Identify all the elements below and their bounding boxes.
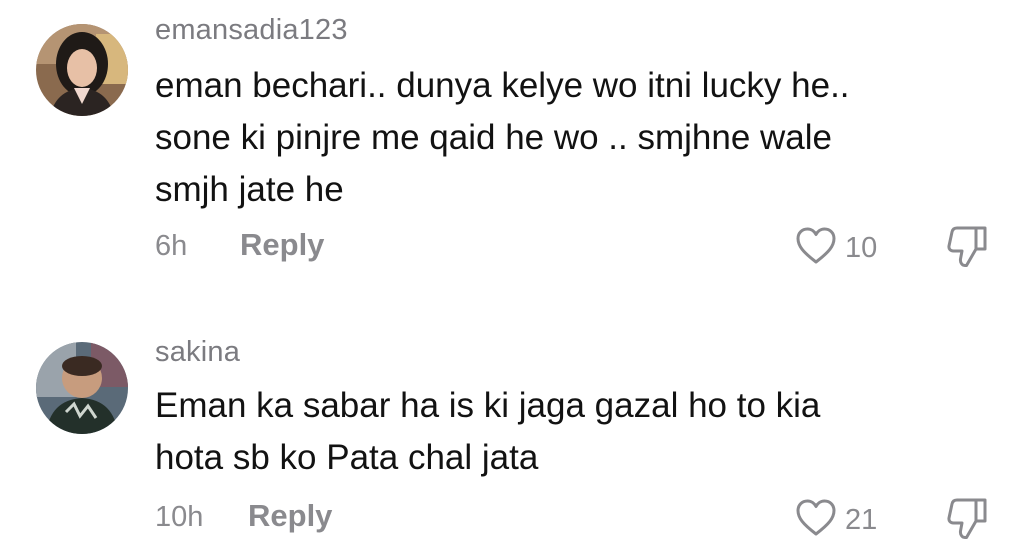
dislike-button[interactable] xyxy=(945,224,989,275)
thumbs-down-outline-icon xyxy=(945,226,989,274)
heart-outline-icon xyxy=(795,498,837,543)
comment-timestamp: 6h xyxy=(155,230,188,262)
comment-username[interactable]: sakina xyxy=(155,336,240,369)
avatar[interactable] xyxy=(36,342,128,434)
heart-outline-icon xyxy=(795,226,837,271)
dislike-button[interactable] xyxy=(945,496,989,547)
like-button[interactable]: 21 xyxy=(795,498,877,543)
comment-username[interactable]: emansadia123 xyxy=(155,14,348,47)
avatar[interactable] xyxy=(36,24,128,116)
comment-timestamp: 10h xyxy=(155,501,204,533)
reply-button[interactable]: Reply xyxy=(248,498,332,534)
like-count: 21 xyxy=(845,504,878,536)
comment-text: Eman ka sabar ha is ki jaga gazal ho to … xyxy=(155,386,821,477)
like-button[interactable]: 10 xyxy=(795,226,877,271)
like-count: 10 xyxy=(845,232,878,264)
comment-item: sakina Eman ka sabar ha is ki jaga gazal… xyxy=(0,290,1024,553)
comment-text: eman bechari.. dunya kelye wo itni lucky… xyxy=(155,66,850,209)
comment-item: emansadia123 eman bechari.. dunya kelye … xyxy=(0,0,1024,290)
reply-button[interactable]: Reply xyxy=(240,227,324,263)
thumbs-down-outline-icon xyxy=(945,498,989,546)
